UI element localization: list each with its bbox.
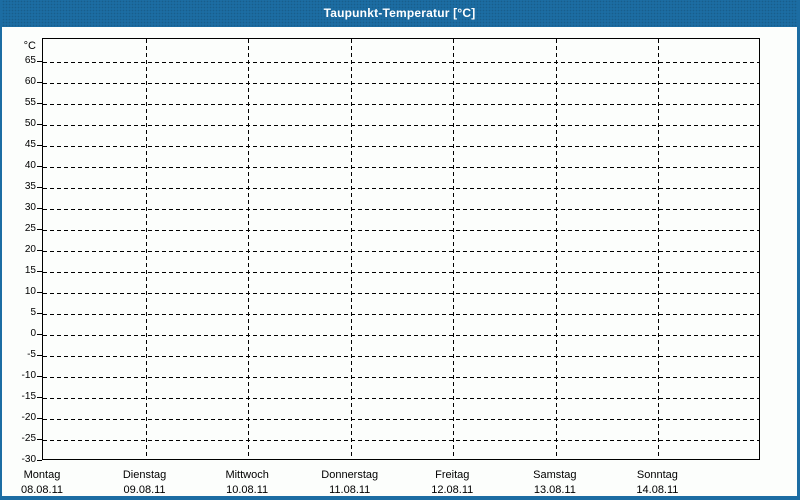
y-gridline [43, 272, 759, 273]
y-gridline [43, 230, 759, 231]
y-gridline [43, 167, 759, 168]
y-gridline [43, 335, 759, 336]
y-gridline [43, 209, 759, 210]
y-gridline [43, 146, 759, 147]
y-tick [37, 250, 42, 251]
y-tick [37, 397, 42, 398]
x-date-label: 10.08.11 [226, 484, 269, 496]
y-gridline [43, 440, 759, 441]
x-date-label: 09.08.11 [123, 484, 166, 496]
y-tick-label: 50 [24, 118, 36, 129]
y-tick-label: -10 [21, 370, 36, 381]
x-day-label: Dienstag [122, 469, 167, 481]
y-gridline [43, 293, 759, 294]
y-tick-label: 60 [24, 76, 36, 87]
x-gridline [658, 39, 660, 459]
y-tick [37, 460, 42, 461]
x-gridline [145, 39, 147, 459]
y-tick [37, 292, 42, 293]
y-axis-unit-label: °C [23, 40, 36, 52]
y-gridline [43, 125, 759, 126]
x-date-label: 12.08.11 [431, 484, 474, 496]
x-gridline [350, 39, 352, 459]
x-gridline [248, 39, 250, 459]
y-tick [37, 124, 42, 125]
y-tick [37, 82, 42, 83]
y-tick-label: 25 [24, 223, 36, 234]
x-date-label: 11.08.11 [329, 484, 371, 496]
y-tick-label: -15 [21, 391, 36, 402]
y-tick-label: 10 [24, 286, 36, 297]
y-tick-label: -25 [21, 433, 36, 444]
y-tick-label: 30 [24, 202, 36, 213]
y-tick-label: 20 [24, 244, 36, 255]
y-tick [37, 61, 42, 62]
y-tick [37, 313, 42, 314]
y-tick-label: 45 [24, 139, 36, 150]
x-gridline [453, 39, 455, 459]
y-gridline [43, 377, 759, 378]
y-tick-label: -20 [21, 412, 36, 423]
y-gridline [43, 188, 759, 189]
y-tick-label: 40 [24, 160, 36, 171]
y-gridline [43, 62, 759, 63]
y-tick-label: -30 [21, 454, 36, 465]
y-tick-label: 5 [30, 307, 36, 318]
y-gridline [43, 314, 759, 315]
y-gridline [43, 356, 759, 357]
y-gridline [43, 104, 759, 105]
x-date-label: 13.08.11 [533, 484, 576, 496]
x-date-label: 14.08.11 [636, 484, 679, 496]
chart-content: °C 65 60 55 50 45 40 35 30 25 20 15 10 5 0 -5 -10 -15 -20… [2, 27, 797, 496]
x-day-label: Mittwoch [225, 469, 269, 481]
y-gridline [43, 398, 759, 399]
x-day-label: Donnerstag [321, 469, 379, 481]
chart-window: Taupunkt-Temperatur [°C] °C 65 60 55 50 45 40… [0, 0, 800, 500]
x-day-label: Samstag [533, 469, 577, 481]
y-tick-label: 55 [24, 97, 36, 108]
plot-area [42, 38, 760, 460]
y-tick [37, 229, 42, 230]
y-gridline [43, 251, 759, 252]
y-tick-label: -5 [27, 349, 36, 360]
y-tick [37, 166, 42, 167]
y-tick [37, 376, 42, 377]
x-day-label: Sonntag [636, 469, 678, 481]
x-day-label: Freitag [435, 469, 470, 481]
y-tick [37, 208, 42, 209]
y-tick-label: 0 [30, 328, 36, 339]
y-gridline [43, 419, 759, 420]
y-tick [37, 103, 42, 104]
x-date-label: 08.08.11 [20, 484, 63, 496]
window-titlebar[interactable]: Taupunkt-Temperatur [°C] [2, 0, 797, 27]
y-tick [37, 187, 42, 188]
window-title: Taupunkt-Temperatur [°C] [323, 6, 476, 20]
y-tick-label: 35 [24, 181, 36, 192]
x-gridline [555, 39, 557, 459]
y-tick [37, 418, 42, 419]
x-day-label: Montag [23, 469, 61, 481]
y-tick [37, 145, 42, 146]
y-gridline [43, 83, 759, 84]
y-tick [37, 271, 42, 272]
y-tick-label: 15 [24, 265, 36, 276]
y-tick-label: 65 [24, 55, 36, 66]
y-tick [37, 355, 42, 356]
y-tick [37, 334, 42, 335]
y-tick [37, 439, 42, 440]
